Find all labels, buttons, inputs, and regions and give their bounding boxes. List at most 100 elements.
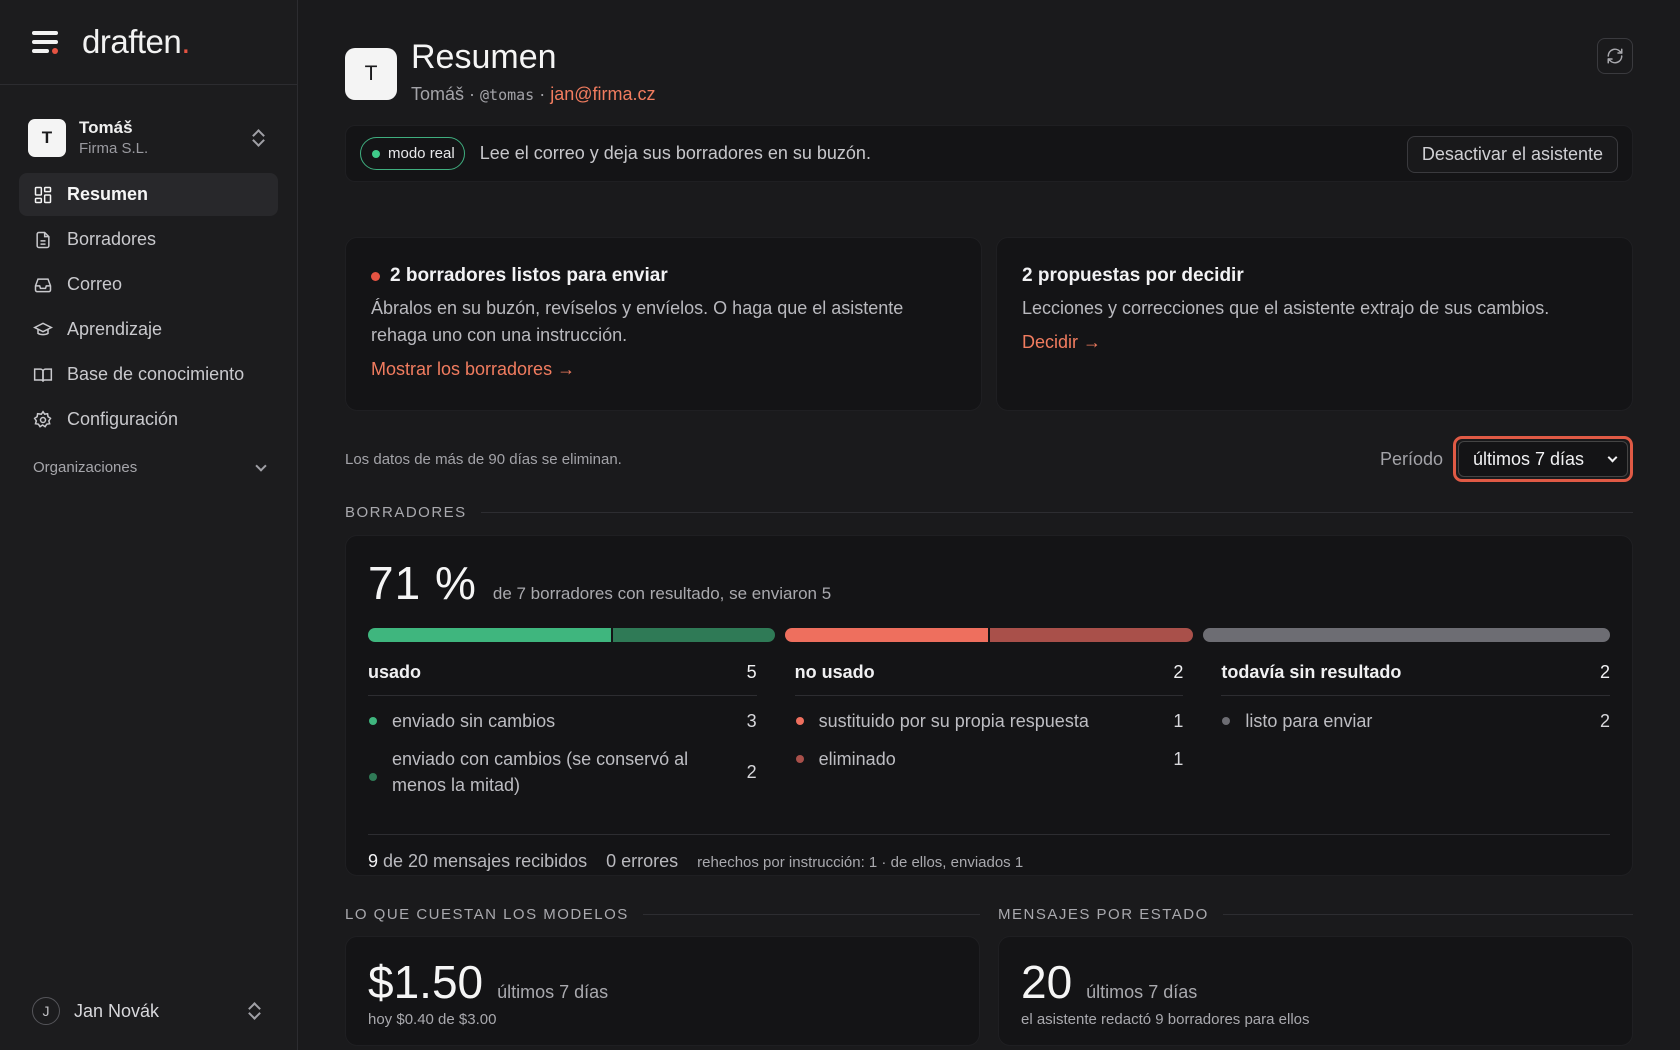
outcome-count: 2	[1600, 711, 1611, 731]
organizations-label: Organizaciones	[33, 459, 138, 476]
sidebar-item-borradores[interactable]: Borradores	[19, 218, 278, 261]
sidebar: draften. T Tomáš Firma S.L. Resumen Borra…	[0, 0, 298, 1050]
period-select[interactable]: últimos 7 días	[1453, 436, 1633, 482]
user-menu[interactable]: J Jan Novák	[32, 997, 265, 1025]
document-icon	[33, 230, 53, 250]
sidebar-item-configuración[interactable]: Configuración	[19, 398, 278, 441]
sidebar-item-label: Resumen	[67, 184, 149, 204]
legend-dot	[1222, 717, 1231, 725]
user-avatar: J	[32, 997, 60, 1025]
proposals-card: 2 propuestas por decidir Lecciones y cor…	[996, 237, 1633, 411]
drafts-section-header: BORRADORES	[345, 504, 1633, 521]
outcome-count: 1	[1173, 711, 1184, 731]
outcome-bar-segment	[990, 628, 1193, 642]
messages-value: 20	[1021, 956, 1073, 1008]
card-title: 2 propuestas por decidir	[1022, 265, 1607, 287]
logo-text: draften	[82, 23, 182, 60]
outcome-bar	[368, 628, 1610, 642]
bottom-metrics: LO QUE CUESTAN LOS MODELOS $1.50 últimos…	[345, 906, 1633, 1046]
account-name: Tomáš	[79, 118, 133, 137]
period-filter: Período últimos 7 días	[1380, 436, 1633, 482]
sidebar-item-label: Correo	[67, 274, 123, 294]
chevron-down-icon	[1607, 452, 1618, 463]
account-switcher[interactable]: T Tomáš Firma S.L.	[0, 116, 297, 160]
inbox-icon	[33, 275, 53, 295]
refresh-button[interactable]	[1597, 38, 1633, 74]
banner-text: Lee el correo y deja sus borradores en s…	[479, 143, 871, 163]
group-title: usado	[368, 662, 422, 682]
sidebar-item-resumen[interactable]: Resumen	[19, 173, 278, 216]
divider	[480, 512, 1633, 513]
card-title-text: 2 propuestas por decidir	[1022, 265, 1244, 286]
sent-percentage: 71 %	[368, 557, 477, 609]
sidebar-item-label: Configuración	[67, 409, 179, 429]
header-email[interactable]: jan@firma.cz	[550, 84, 655, 104]
header-subtitle: Tomáš · @tomas · jan@firma.cz	[411, 84, 656, 105]
group-count: 2	[1600, 662, 1611, 682]
outcome-bar-group	[368, 628, 776, 642]
graduation-cap-icon	[33, 320, 53, 340]
outcome-count: 2	[746, 762, 757, 782]
logo[interactable]: draften.	[82, 23, 190, 61]
refresh-icon	[1607, 48, 1623, 64]
legend-dot	[369, 772, 377, 781]
outcome-columns: usado 5 enviado sin cambios 3 enviado con ca…	[368, 662, 1611, 818]
brand-bar: draften.	[0, 0, 297, 85]
account-org: Firma S.L.	[79, 140, 149, 157]
outcome-count: 3	[746, 711, 757, 731]
organizations-toggle[interactable]: Organizaciones	[0, 459, 297, 476]
separator: ·	[464, 84, 481, 104]
outcome-row: enviado sin cambios 3	[368, 708, 757, 734]
outcome-column: todavía sin resultado 2 listo para enviar 2	[1221, 662, 1611, 798]
deactivate-assistant-button[interactable]: Desactivar el asistente	[1406, 136, 1618, 173]
legend-dot	[795, 717, 804, 725]
show-drafts-link[interactable]: Mostrar los borradores →	[371, 359, 575, 380]
redone-stat: rehechos por instrucción: 1 · de ellos, …	[697, 854, 1024, 871]
gear-icon	[33, 409, 53, 430]
cost-value: $1.50	[368, 956, 484, 1008]
costs-column: LO QUE CUESTAN LOS MODELOS $1.50 últimos…	[345, 906, 980, 1046]
group-count: 5	[746, 662, 757, 682]
header-avatar: T	[345, 48, 397, 100]
outcome-bar-segment	[613, 628, 776, 642]
sidebar-nav: Resumen Borradores Correo Aprendizaje Base d…	[0, 173, 297, 441]
sidebar-item-label: Borradores	[67, 229, 157, 249]
costs-card: $1.50 últimos 7 días hoy $0.40 de $3.00	[345, 936, 980, 1046]
outcome-label: enviado con cambios (se conservó al meno…	[392, 749, 689, 795]
outcome-label: sustituido por su propia respuesta	[818, 711, 1089, 731]
chevron-up-down-icon	[251, 129, 265, 147]
outcome-bar-segment	[785, 628, 988, 642]
decide-link[interactable]: Decidir →	[1022, 332, 1101, 353]
outcome-count: 1	[1173, 749, 1184, 769]
outcome-column: no usado 2 sustituido por su propia respue…	[794, 662, 1184, 798]
menu-icon[interactable]	[32, 31, 60, 54]
status-dot	[372, 149, 380, 158]
dashboard-icon	[33, 185, 53, 205]
messages-section-header: MENSAJES POR ESTADO	[998, 906, 1633, 923]
logo-dot: .	[181, 23, 190, 60]
messages-card: 20 últimos 7 días el asistente redactó 9…	[998, 936, 1633, 1046]
cost-period: últimos 7 días	[497, 982, 609, 1002]
chevron-down-icon	[255, 459, 267, 472]
messages-period: últimos 7 días	[1086, 982, 1198, 1002]
outcome-group-header: no usado 2	[794, 662, 1184, 696]
outcome-group-header: todavía sin resultado 2	[1221, 662, 1611, 696]
outcome-label: listo para enviar	[1245, 711, 1373, 731]
sidebar-item-correo[interactable]: Correo	[19, 263, 278, 306]
user-name: Jan Novák	[74, 1000, 160, 1021]
sidebar-item-base-de-conocimiento[interactable]: Base de conocimiento	[19, 353, 278, 396]
section-title: MENSAJES POR ESTADO	[998, 906, 1209, 923]
sidebar-item-aprendizaje[interactable]: Aprendizaje	[19, 308, 278, 351]
chevron-up-down-icon	[247, 1002, 261, 1020]
outcome-bar-segment	[368, 628, 612, 642]
page-header: T Resumen Tomáš · @tomas · jan@firma.cz	[345, 0, 1633, 120]
account-avatar: T	[28, 119, 66, 157]
period-selected: últimos 7 días	[1473, 448, 1585, 469]
received-text: de 20 mensajes recibidos	[378, 851, 588, 871]
errors-stat: 0 errores	[606, 851, 679, 871]
section-title: BORRADORES	[345, 504, 467, 521]
alert-dot	[371, 271, 380, 281]
card-title: 2 borradores listos para enviar	[371, 265, 956, 287]
outcome-bar-group	[785, 628, 1193, 642]
divider	[642, 914, 980, 915]
